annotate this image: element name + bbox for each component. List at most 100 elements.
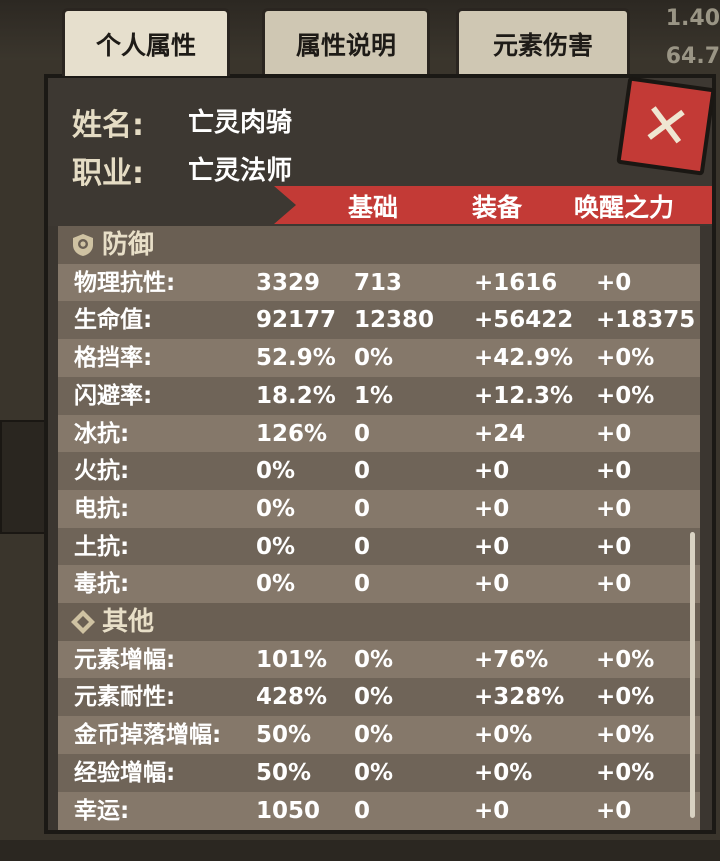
stat-label: 土抗: [74,533,130,560]
stat-awaken: +18375 [596,307,696,334]
stat-base: 0% [354,345,394,372]
stat-equip: +56422 [474,307,574,334]
stat-row: 经验增幅: 50% 0% +0% +0% [58,753,700,792]
name-label: 姓名: [72,108,144,143]
stat-row: 金币掉落增幅: 50% 0% +0% +0% [58,716,700,755]
stats-table: 防御 物理抗性: 3329 713 +1616 +0 生命值: 92177 12380 +5642… [58,226,700,830]
stat-total: 428% [256,684,328,711]
attribute-panel: 姓名: 亡灵肉骑 职业: 亡灵法师 基础 装备 唤醒之力 防御 物理抗性: 3329… [44,74,716,834]
stat-awaken: +0 [596,458,632,485]
stat-awaken: +0% [596,345,655,372]
stat-base: 12380 [354,307,435,334]
close-button[interactable]: ✕ [616,76,716,176]
stat-label: 元素增幅: [74,646,176,673]
stat-awaken: +0 [596,571,632,598]
stat-base: 0 [354,458,371,485]
name-value: 亡灵肉骑 [188,108,293,138]
stat-total: 50% [256,759,312,786]
job-label: 职业: [72,156,144,191]
stat-label: 闪避率: [74,382,153,409]
section-title: 防御 [102,230,155,260]
section-title: 其他 [102,607,155,637]
stat-equip: +0 [474,495,510,522]
stat-base: 0 [354,533,371,560]
diamond-icon [70,609,96,635]
stat-label: 金币掉落增幅: [74,722,222,749]
stat-label: 幸运: [74,797,130,824]
tab-personal-attributes[interactable]: 个人属性 [62,8,230,76]
stat-row: 生命值: 92177 12380 +56422 +18375 [58,301,700,340]
stat-awaken: +0 [596,495,632,522]
scrollbar[interactable] [690,532,695,818]
stat-label: 火抗: [74,458,130,485]
stat-row: 元素增幅: 101% 0% +76% +0% [58,640,700,679]
stat-awaken: +0 [596,797,632,824]
stat-label: 毒抗: [74,571,130,598]
stat-awaken: +0 [596,420,632,447]
stat-row: 元素耐性: 428% 0% +328% +0% [58,678,700,717]
stat-row: 火抗: 0% 0 +0 +0 [58,452,700,491]
stat-row: 物理抗性: 3329 713 +1616 +0 [58,263,700,302]
close-icon: ✕ [637,88,695,164]
shield-icon [70,232,96,258]
stat-equip: +0 [474,533,510,560]
stat-base: 0% [354,722,394,749]
stat-total: 0% [256,458,296,485]
column-awaken-header: 唤醒之力 [574,193,675,222]
stat-total: 0% [256,571,296,598]
stat-equip: +0 [474,797,510,824]
stat-equip: +0 [474,571,510,598]
background-decoration [0,420,48,534]
stat-row: 电抗: 0% 0 +0 +0 [58,489,700,528]
section-header: 防御 [58,226,700,264]
stat-row: 闪避率: 18.2% 1% +12.3% +0% [58,376,700,415]
background-number: 64.7 [665,44,720,69]
stat-base: 0 [354,495,371,522]
stat-total: 52.9% [256,345,336,372]
stat-base: 0% [354,646,394,673]
stat-awaken: +0% [596,382,655,409]
stat-label: 生命值: [74,307,153,334]
stat-label: 元素耐性: [74,684,176,711]
stat-base: 1% [354,382,394,409]
section-header: 其他 [58,603,700,641]
background-number: 1.40 [665,6,720,31]
job-value: 亡灵法师 [188,156,293,186]
stat-awaken: +0% [596,722,655,749]
stat-label: 电抗: [74,495,130,522]
column-base-header: 基础 [348,193,399,222]
stat-awaken: +0% [596,684,655,711]
stat-equip: +0% [474,722,533,749]
stat-total: 126% [256,420,328,447]
stat-total: 92177 [256,307,337,334]
stat-total: 101% [256,646,328,673]
stat-total: 1050 [256,797,321,824]
column-equipment-header: 装备 [472,193,523,222]
stat-row: 冰抗: 126% 0 +24 +0 [58,414,700,453]
tab-element-damage[interactable]: 元素伤害 [456,8,630,76]
stat-base: 0 [354,571,371,598]
stat-row: 格挡率: 52.9% 0% +42.9% +0% [58,339,700,378]
stat-base: 0% [354,684,394,711]
stat-label: 格挡率: [74,345,153,372]
stat-row: 土抗: 0% 0 +0 +0 [58,527,700,566]
stat-row: 幸运: 1050 0 +0 +0 [58,791,700,830]
stat-base: 0% [354,759,394,786]
stat-base: 713 [354,269,403,296]
stat-equip: +24 [474,420,526,447]
stat-equip: +0% [474,759,533,786]
stat-label: 经验增幅: [74,759,176,786]
stat-awaken: +0% [596,759,655,786]
stat-total: 50% [256,722,312,749]
stat-total: 18.2% [256,382,336,409]
stat-row: 毒抗: 0% 0 +0 +0 [58,565,700,604]
stat-label: 物理抗性: [74,269,176,296]
tab-attribute-description[interactable]: 属性说明 [262,8,430,76]
stat-label: 冰抗: [74,420,130,447]
stat-equip: +1616 [474,269,558,296]
background-numbers: 1.40 64.7 [666,0,720,76]
stat-base: 0 [354,797,371,824]
stat-equip: +12.3% [474,382,574,409]
stat-awaken: +0 [596,269,632,296]
stat-equip: +42.9% [474,345,574,372]
